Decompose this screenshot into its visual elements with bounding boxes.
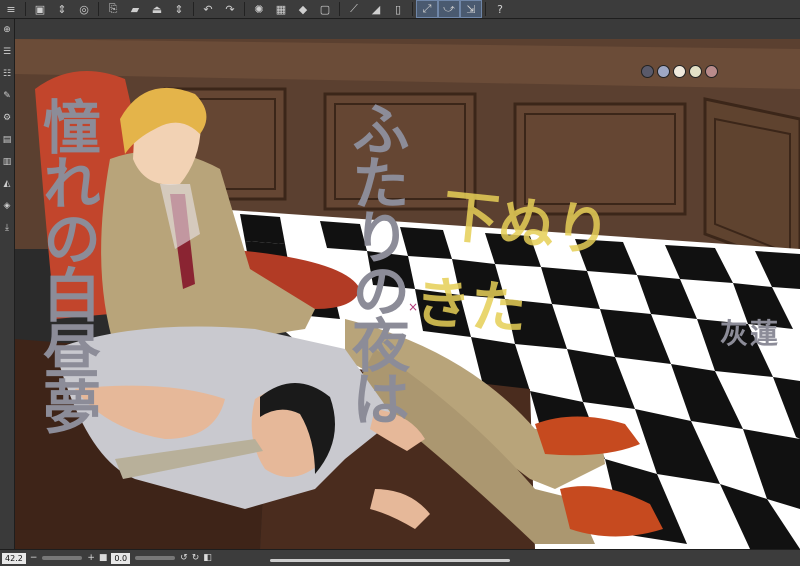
toolbar-separator: [412, 2, 413, 16]
zoom-icon[interactable]: ⊕: [0, 19, 14, 41]
undo-history-icon[interactable]: ◎: [73, 0, 95, 18]
import-icon[interactable]: ⤓: [0, 217, 14, 239]
top-toolbar: ≡ ▣ ⇕ ◎ ⎘ ▰ ⏏ ⇕ ↶ ↷ ✺ ▦ ◆ ▢ ⟋ ◢ ▯ ⤢ ⤻ ⇲ …: [0, 0, 800, 19]
toolbar-separator: [193, 2, 194, 16]
zoom-out-button[interactable]: −: [30, 552, 38, 564]
layer2-icon[interactable]: ☷: [0, 63, 14, 85]
chevron-updown-icon[interactable]: ⇕: [168, 0, 190, 18]
drawing-canvas[interactable]: × 憧れの白昼夢 ふたりの夜は 灰蓮 下ぬり きた: [15, 19, 800, 549]
author-name: 灰蓮: [720, 317, 781, 350]
rotate-right-icon[interactable]: ↻: [192, 552, 200, 564]
snap-curve-icon[interactable]: ⤻: [438, 0, 460, 18]
snap-grid-icon[interactable]: ⇲: [460, 0, 482, 18]
fill-area-icon[interactable]: ◢: [365, 0, 387, 18]
rotate-slider[interactable]: [135, 556, 176, 560]
toolbar-separator: [25, 2, 26, 16]
zoom-field[interactable]: 42.2: [2, 552, 26, 564]
layer-export-icon[interactable]: ⎘: [102, 0, 124, 18]
swatch[interactable]: [641, 65, 654, 78]
fill-icon[interactable]: ▦: [270, 0, 292, 18]
snap-icon[interactable]: ⟋: [343, 0, 365, 18]
select-icon[interactable]: ◆: [292, 0, 314, 18]
grid2-icon[interactable]: ▥: [0, 151, 14, 173]
flip-icon[interactable]: ◧: [203, 552, 212, 564]
toolbar-separator: [339, 2, 340, 16]
new-icon[interactable]: ▣: [29, 0, 51, 18]
horizontal-scrollbar[interactable]: [270, 559, 510, 562]
toolbar-separator: [485, 2, 486, 16]
toolbar-separator: [244, 2, 245, 16]
grid-icon[interactable]: ▤: [0, 129, 14, 151]
zoom-in-button[interactable]: +: [87, 552, 95, 564]
redo-icon[interactable]: ↷: [219, 0, 241, 18]
rotate-left-icon[interactable]: ↺: [180, 552, 188, 564]
swatch[interactable]: [657, 65, 670, 78]
brush-icon[interactable]: ✎: [0, 85, 14, 107]
layer-icon[interactable]: ☰: [0, 41, 14, 63]
zoom-slider[interactable]: [42, 556, 83, 560]
open-folder-icon[interactable]: ▰: [124, 0, 146, 18]
stack-icon[interactable]: ◈: [0, 195, 14, 217]
chevron-updown-icon[interactable]: ⇕: [51, 0, 73, 18]
snap-ruler-icon[interactable]: ⤢: [416, 0, 438, 18]
help-icon[interactable]: ?: [489, 0, 511, 18]
sketch-note-line2: きた: [412, 270, 529, 343]
rotate-field[interactable]: 0.0: [111, 552, 131, 564]
sketch-note-line1: 下ぬり: [439, 183, 614, 266]
color-swatches: [641, 65, 718, 78]
eraser-icon[interactable]: ◭: [0, 173, 14, 195]
title-center-vertical: ふたりの夜は: [342, 99, 410, 423]
snap-line-icon[interactable]: ▯: [387, 0, 409, 18]
swatch[interactable]: [705, 65, 718, 78]
settings-icon[interactable]: ⚙: [0, 107, 14, 129]
title-left-vertical: 憧れの白昼夢: [33, 97, 101, 433]
swatch[interactable]: [689, 65, 702, 78]
clear-icon[interactable]: ▢: [314, 0, 336, 18]
save-icon[interactable]: ⏏: [146, 0, 168, 18]
menu-icon[interactable]: ≡: [0, 0, 22, 18]
left-toolbar: ⊕ ☰ ☷ ✎ ⚙ ▤ ▥ ◭ ◈ ⤓: [0, 19, 15, 549]
fit-icon[interactable]: ■: [99, 552, 108, 564]
transform-icon[interactable]: ✺: [248, 0, 270, 18]
undo-icon[interactable]: ↶: [197, 0, 219, 18]
swatch[interactable]: [673, 65, 686, 78]
bottom-bar: 42.2 − + ■ 0.0 ↺ ↻ ◧: [0, 549, 800, 566]
toolbar-separator: [98, 2, 99, 16]
